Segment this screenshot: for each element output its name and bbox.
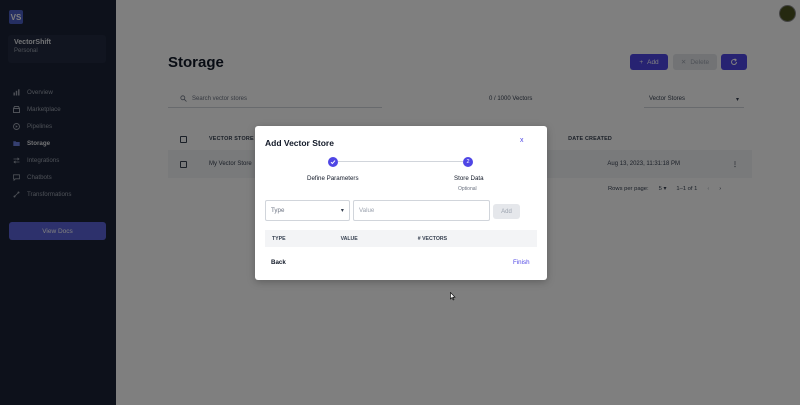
step-label: Store Data: [454, 175, 484, 182]
step-label: Define Parameters: [307, 175, 359, 182]
back-button[interactable]: Back: [271, 259, 286, 266]
value-input[interactable]: [353, 200, 490, 221]
add-vector-store-dialog: Add Vector Store x 2 Define Parameters S…: [255, 126, 547, 280]
stepper-connector: [338, 161, 463, 162]
type-select[interactable]: Type ▾: [265, 200, 350, 221]
close-icon[interactable]: x: [520, 137, 524, 144]
step-number: 2: [463, 157, 473, 167]
caret-down-icon: ▾: [340, 207, 344, 214]
mouse-cursor-icon: [450, 292, 456, 301]
step-complete-check-icon: [328, 157, 338, 167]
column-header: VALUE: [340, 235, 358, 242]
column-header: # VECTORS: [417, 235, 448, 242]
type-placeholder: Type: [271, 207, 285, 214]
column-header: TYPE: [272, 235, 286, 242]
step-optional-label: Optional: [458, 186, 477, 192]
params-table-header: TYPE VALUE # VECTORS: [265, 230, 537, 247]
add-row-button[interactable]: Add: [493, 204, 520, 219]
finish-button[interactable]: Finish: [513, 259, 530, 266]
dialog-title: Add Vector Store: [265, 138, 334, 148]
